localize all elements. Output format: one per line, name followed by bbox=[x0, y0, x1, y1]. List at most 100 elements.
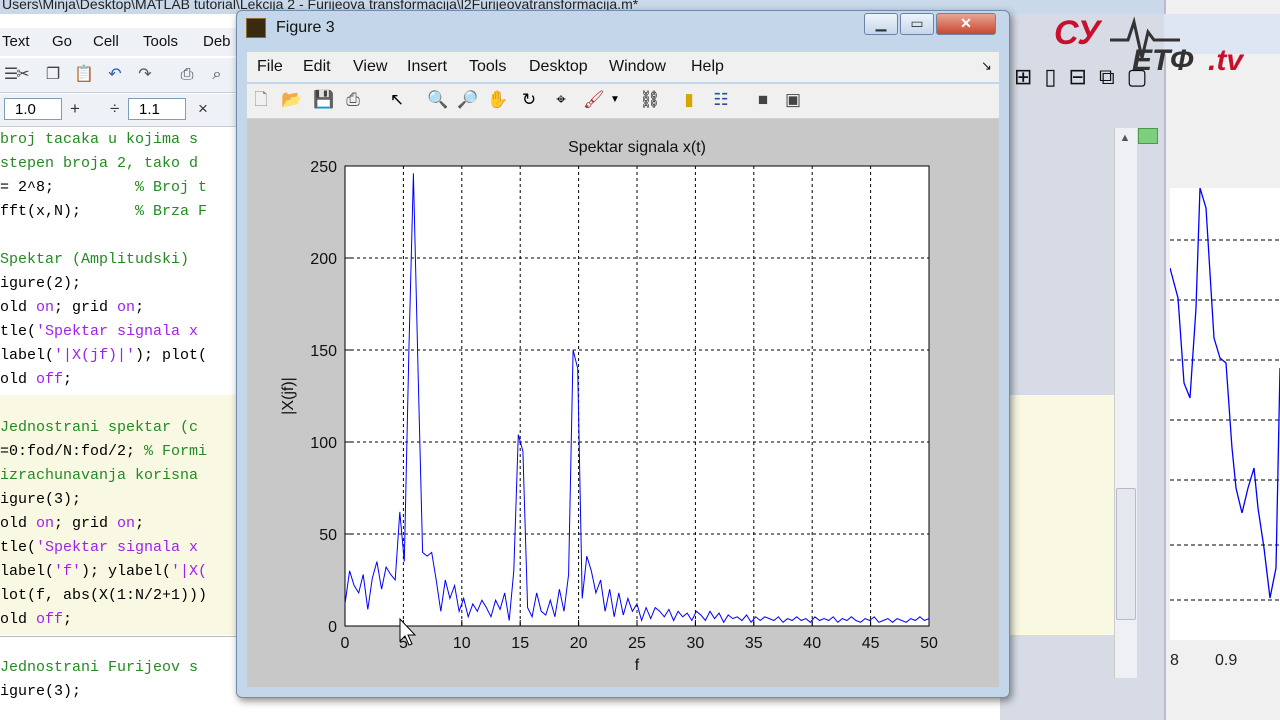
code-line[interactable]: old on; grid on; bbox=[0, 512, 144, 536]
new-figure-icon[interactable]: 🗋 bbox=[251, 90, 271, 110]
editor-menubar: Text Go Cell Tools Deb bbox=[0, 28, 240, 56]
editor-menu-text[interactable]: Text bbox=[2, 33, 30, 50]
cell-multiply-button[interactable]: × bbox=[198, 99, 208, 119]
print-icon[interactable]: ⎙ bbox=[178, 66, 196, 84]
svg-text:ЕТФ: ЕТФ bbox=[1132, 44, 1194, 77]
close-button[interactable]: ✕ bbox=[936, 13, 996, 35]
x-tick-label: 30 bbox=[687, 635, 705, 652]
code-line[interactable]: old off; bbox=[0, 368, 72, 392]
edit-plot-arrow-icon[interactable]: ↖ bbox=[387, 90, 407, 110]
y-tick-label: 0 bbox=[328, 619, 337, 636]
code-line[interactable]: tle('Spektar signala x bbox=[0, 536, 198, 560]
svg-text:СУ: СУ bbox=[1054, 14, 1103, 52]
figure-title-bar: Figure 3 bbox=[246, 16, 446, 42]
code-line[interactable]: label('|X(jf)|'); plot( bbox=[0, 344, 207, 368]
brush-dropdown-icon[interactable]: ▼ bbox=[605, 90, 625, 110]
y-tick-label: 50 bbox=[319, 527, 337, 544]
cut-icon[interactable]: ✂ bbox=[14, 66, 32, 84]
x-tick-label: 45 bbox=[862, 635, 880, 652]
link-plot-icon[interactable]: ⛓ bbox=[639, 90, 661, 110]
background-plot-svg bbox=[1169, 187, 1280, 601]
menu-file[interactable]: File bbox=[257, 58, 283, 76]
brush-icon[interactable]: 🖌 bbox=[583, 90, 605, 110]
code-line[interactable]: izrachunavanja korisna bbox=[0, 464, 198, 488]
status-indicator-icon bbox=[1138, 128, 1158, 144]
code-line[interactable]: stepen broja 2, tako d bbox=[0, 152, 198, 176]
menu-insert[interactable]: Insert bbox=[407, 58, 447, 76]
code-line[interactable]: lot(f, abs(X(1:N/2+1))) bbox=[0, 584, 207, 608]
bg-tick-label: 8 bbox=[1170, 652, 1179, 669]
editor-menu-go[interactable]: Go bbox=[52, 33, 72, 50]
menu-help[interactable]: Help bbox=[691, 58, 724, 76]
svg-text:.tv: .tv bbox=[1208, 44, 1245, 77]
zoom-in-icon[interactable]: 🔍 bbox=[427, 90, 448, 110]
y-tick-label: 150 bbox=[310, 343, 337, 360]
maximize-button[interactable]: ▭ bbox=[900, 13, 934, 35]
editor-menu-cell[interactable]: Cell bbox=[93, 33, 119, 50]
code-line[interactable]: =0:fod/N:fod/2; % Formi bbox=[0, 440, 207, 464]
paste-icon[interactable]: 📋 bbox=[74, 66, 94, 84]
x-tick-label: 25 bbox=[628, 635, 646, 652]
menu-tools[interactable]: Tools bbox=[469, 58, 506, 76]
show-plot-tools-icon[interactable]: ▣ bbox=[783, 90, 803, 110]
find-icon[interactable]: ⌕ bbox=[208, 66, 226, 84]
y-axis-label: |X(jf)| bbox=[280, 377, 297, 415]
y-tick-label: 100 bbox=[310, 435, 337, 452]
undock-arrow-icon[interactable]: ↘ bbox=[981, 58, 992, 74]
pan-hand-icon[interactable]: ✋ bbox=[487, 90, 508, 110]
cell-divide-button[interactable]: ÷ bbox=[110, 99, 119, 119]
editor-menu-tools[interactable]: Tools bbox=[143, 33, 178, 50]
x-tick-label: 20 bbox=[570, 635, 588, 652]
background-plot-line bbox=[1169, 187, 1280, 599]
menu-desktop[interactable]: Desktop bbox=[529, 58, 588, 76]
y-tick-label: 200 bbox=[310, 251, 337, 268]
code-line[interactable]: label('f'); ylabel('|X( bbox=[0, 560, 207, 584]
zoom-out-icon[interactable]: 🔎 bbox=[457, 90, 478, 110]
cell-plus-button[interactable]: + bbox=[70, 99, 80, 119]
x-tick-label: 50 bbox=[920, 635, 938, 652]
open-file-icon[interactable]: 📂 bbox=[281, 90, 302, 110]
cell-decrement-value[interactable]: 1.0 bbox=[4, 98, 62, 120]
data-cursor-icon[interactable]: ⌖ bbox=[551, 90, 571, 110]
legend-icon[interactable]: ☷ bbox=[711, 90, 731, 110]
rotate-3d-icon[interactable]: ↻ bbox=[519, 90, 539, 110]
cell-toolbar: 1.0 + ÷ 1.1 × bbox=[0, 94, 240, 127]
chart-title: Spektar signala x(t) bbox=[568, 139, 706, 156]
editor-toolbar: ☰ ✂ ❐ 📋 ↶ ↷ ⎙ ⌕ bbox=[0, 58, 240, 93]
code-line[interactable]: tle('Spektar signala x bbox=[0, 320, 198, 344]
minimize-button[interactable]: ▁ bbox=[864, 13, 898, 35]
cell-divide-value[interactable]: 1.1 bbox=[128, 98, 186, 120]
hide-plot-tools-icon[interactable]: ■ bbox=[753, 90, 773, 110]
code-line[interactable]: Jednostrani Furijeov s bbox=[0, 656, 198, 680]
x-axis-label: f bbox=[635, 657, 640, 674]
figure-menubar: File Edit View Insert Tools Desktop Wind… bbox=[247, 52, 999, 82]
x-tick-label: 35 bbox=[745, 635, 763, 652]
menu-window[interactable]: Window bbox=[609, 58, 666, 76]
code-line[interactable]: old on; grid on; bbox=[0, 296, 144, 320]
figure-title: Figure 3 bbox=[276, 19, 335, 36]
copy-icon[interactable]: ❐ bbox=[44, 66, 62, 84]
code-line[interactable]: igure(2); bbox=[0, 272, 81, 296]
print-icon[interactable]: ⎙ bbox=[343, 90, 363, 110]
code-area[interactable]: broj tacaka u kojima s stepen broja 2, ta… bbox=[0, 128, 240, 720]
colorbar-icon[interactable]: ▮ bbox=[679, 90, 699, 110]
code-line[interactable]: = 2^8; % Broj t bbox=[0, 176, 207, 200]
code-line[interactable]: Spektar (Amplitudski) bbox=[0, 248, 189, 272]
code-line[interactable]: old off; bbox=[0, 608, 72, 632]
editor-menu-debug[interactable]: Deb bbox=[203, 33, 231, 50]
undo-icon[interactable]: ↶ bbox=[106, 66, 124, 84]
menu-view[interactable]: View bbox=[353, 58, 387, 76]
x-tick-label: 40 bbox=[803, 635, 821, 652]
code-line[interactable]: igure(3); bbox=[0, 680, 81, 704]
y-tick-label: 250 bbox=[310, 159, 337, 176]
code-line[interactable]: igure(3); bbox=[0, 488, 81, 512]
editor-scroll-thumb[interactable] bbox=[1116, 488, 1136, 620]
scroll-up-arrow-icon[interactable]: ▲ bbox=[1118, 132, 1132, 146]
save-icon[interactable]: 💾 bbox=[313, 90, 334, 110]
code-line[interactable]: fft(x,N); % Brza F bbox=[0, 200, 207, 224]
code-line[interactable]: Jednostrani spektar (c bbox=[0, 416, 198, 440]
code-line[interactable]: broj tacaka u kojima s bbox=[0, 128, 198, 152]
redo-icon[interactable]: ↷ bbox=[136, 66, 154, 84]
spectrum-chart[interactable]: 0 5 10 15 20 25 30 35 40 45 50050100150200250 Spek… bbox=[247, 119, 999, 687]
menu-edit[interactable]: Edit bbox=[303, 58, 331, 76]
